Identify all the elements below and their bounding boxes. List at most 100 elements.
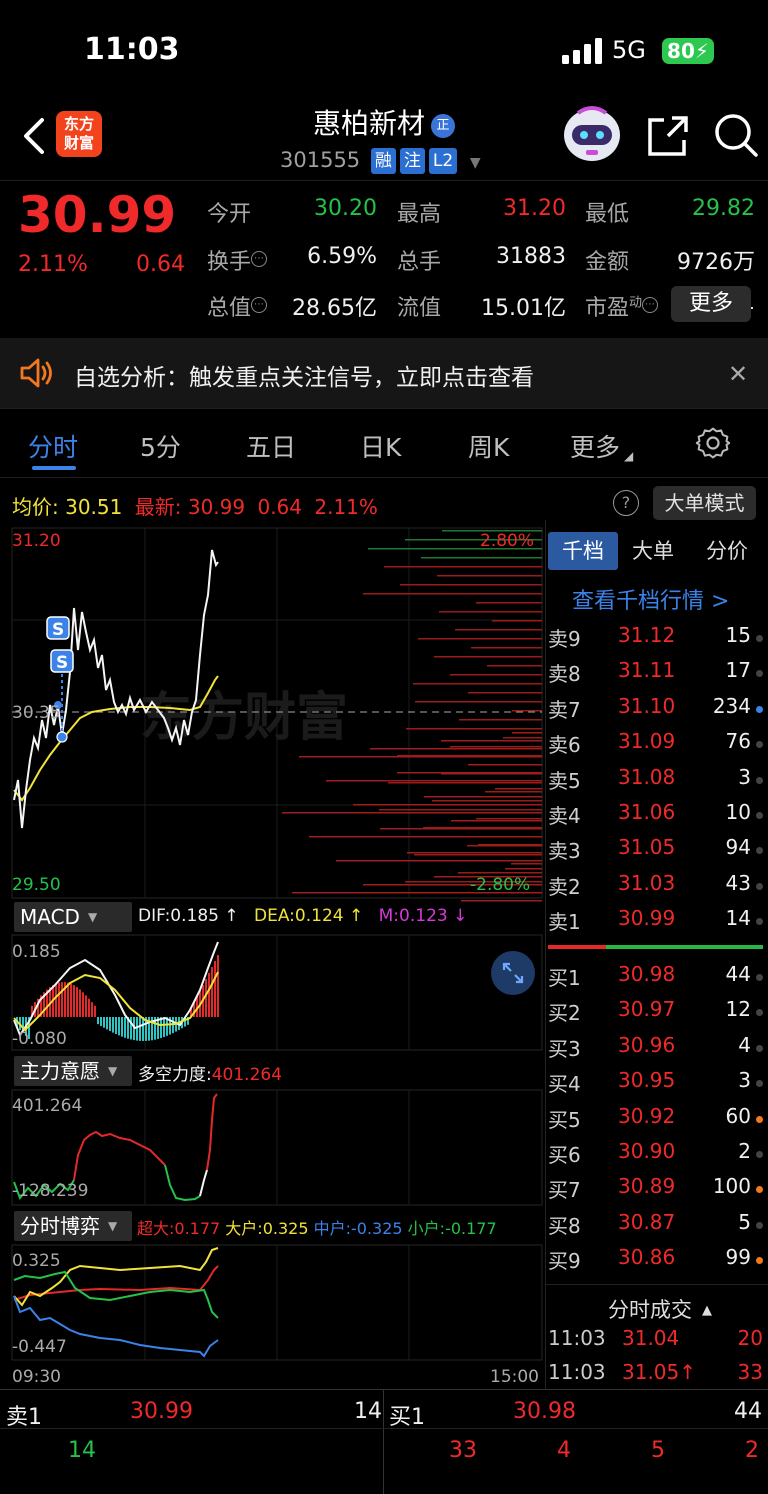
main-force-selector[interactable]: 主力意愿 ▼: [14, 1056, 132, 1086]
orderbook-row[interactable]: 买1 30.98 44: [548, 962, 763, 997]
macd-bar: [112, 1017, 114, 1033]
info-icon: ⋯: [251, 297, 268, 313]
orderbook-row[interactable]: 买3 30.96 4: [548, 1033, 763, 1068]
ob-level: 买9: [548, 1249, 581, 1274]
ob-price: 30.89: [618, 1174, 676, 1199]
depth-bar: [282, 812, 542, 814]
ob-dot-icon: [756, 847, 763, 855]
tab-more[interactable]: 更多 ◢: [570, 428, 633, 464]
bid-queue-item: 4: [557, 1438, 571, 1463]
orderbook-row[interactable]: 买5 30.92 60: [548, 1104, 763, 1139]
depth-bar: [495, 788, 542, 790]
stat-value: 28.65亿: [292, 296, 377, 321]
ob-volume: 17: [725, 658, 751, 683]
orderbook-row[interactable]: 买2 30.97 12: [548, 997, 763, 1032]
macd-selector-caret-icon: ▼: [87, 910, 98, 924]
tab-more-label: 更多: [570, 433, 621, 462]
expand-icon[interactable]: [490, 950, 536, 996]
orderbook-row[interactable]: 卖6 31.09 76: [548, 729, 763, 764]
stock-code-row[interactable]: 301555 融注 L2 ▼: [280, 148, 481, 174]
tab-5day[interactable]: 五日: [246, 428, 296, 464]
robot-assistant-icon[interactable]: [562, 105, 622, 163]
ob-price: 31.10: [618, 693, 676, 718]
view-depth-link[interactable]: 查看千档行情 >: [572, 583, 729, 615]
tab-5min[interactable]: 5分: [140, 428, 181, 464]
ob-volume: 3: [738, 1068, 751, 1093]
game-selector[interactable]: 分时博弈 ▼: [14, 1211, 132, 1241]
orderbook-row[interactable]: 买8 30.87 5: [548, 1210, 763, 1245]
game-selector-label: 分时博弈: [20, 1214, 100, 1238]
trade-price: 31.04: [622, 1326, 680, 1350]
ob-price: 30.96: [618, 1032, 676, 1057]
trades-title[interactable]: 分时成交 ▲: [608, 1294, 712, 1324]
orderbook-row[interactable]: 买6 30.90 2: [548, 1139, 763, 1174]
intraday-chart[interactable]: 东方财富 S S 31.20 30.35 29.50 2.80% -2.80% …: [0, 520, 545, 1390]
depth-bar: [437, 575, 542, 577]
depth-bar: [299, 756, 542, 758]
search-icon[interactable]: [713, 112, 759, 158]
macd-bar: [82, 992, 84, 1017]
big-order-mode-button[interactable]: 大单模式: [653, 486, 756, 520]
game-values: 超大:0.177 大户:0.325 中户:-0.325 小户:-0.177: [137, 1215, 497, 1239]
close-icon[interactable]: ✕: [728, 360, 748, 388]
more-stats-button[interactable]: 更多: [671, 286, 751, 322]
orderbook-row[interactable]: 卖7 31.10 234: [548, 694, 763, 729]
depth-bar: [450, 674, 542, 676]
depth-bar: [388, 782, 542, 784]
depth-bar: [455, 629, 542, 631]
orderbook-row[interactable]: 卖5 31.08 3: [548, 765, 763, 800]
trade-time: 11:03: [548, 1360, 606, 1384]
orderbook-row[interactable]: 卖2 31.03 43: [548, 871, 763, 906]
macd-bar: [94, 1005, 96, 1017]
macd-bar: [70, 983, 72, 1017]
share-icon[interactable]: [646, 114, 690, 158]
orderbook-row[interactable]: 卖3 31.05 94: [548, 835, 763, 870]
ob-price: 30.90: [618, 1139, 676, 1163]
stat-label: 市盈动 ⋯: [585, 290, 659, 322]
ob-price: 31.05: [618, 835, 676, 860]
orderbook-divider: [545, 520, 546, 1389]
orderbook-row[interactable]: 卖1 30.99 14: [548, 906, 763, 941]
macd-bar: [115, 1017, 117, 1035]
info-icon: ⋯: [251, 251, 268, 267]
game-large-value: 大户:0.325: [225, 1219, 309, 1238]
macd-bar: [97, 1017, 99, 1025]
tab-daily-k[interactable]: 日K: [360, 428, 401, 464]
game-bottom-label: -0.447: [12, 1337, 67, 1357]
orderbook-row[interactable]: 卖8 31.11 17: [548, 658, 763, 693]
bottom-divider: [0, 1389, 768, 1390]
orderbook-row[interactable]: 买4 30.95 3: [548, 1068, 763, 1103]
ob-tab-price-dist[interactable]: 分价: [706, 532, 748, 570]
alert-text[interactable]: 自选分析：触发重点关注信号，立即点击查看: [74, 358, 534, 392]
tab-intraday[interactable]: 分时: [28, 428, 78, 464]
macd-bar: [139, 1017, 141, 1041]
bottom-bid-label: 买1: [389, 1405, 425, 1430]
orderbook-row[interactable]: 买9 30.86 99: [548, 1245, 763, 1280]
depth-bar: [353, 804, 542, 806]
macd-bar: [211, 967, 213, 1017]
time-end-label: 15:00: [490, 1367, 539, 1387]
depth-bar: [441, 740, 542, 742]
bid-queue-item: 5: [651, 1438, 665, 1463]
macd-selector-label: MACD: [20, 905, 80, 929]
ob-price: 30.87: [618, 1209, 676, 1234]
ob-level: 卖8: [548, 662, 581, 687]
orderbook-row[interactable]: 卖4 31.06 10: [548, 800, 763, 835]
help-icon[interactable]: ?: [613, 490, 639, 516]
tab-weekly-k[interactable]: 周K: [468, 428, 509, 464]
macd-bar: [61, 982, 63, 1017]
ob-price: 31.08: [618, 764, 676, 789]
macd-m-value: M:0.123 ↓: [378, 906, 468, 926]
orderbook-row[interactable]: 买7 30.89 100: [548, 1174, 763, 1209]
orderbook-row[interactable]: 卖9 31.12 15: [548, 623, 763, 658]
ob-tab-big-order[interactable]: 大单: [632, 532, 674, 570]
gear-icon[interactable]: [695, 425, 731, 461]
latest-change: 0.64: [257, 495, 302, 519]
ob-tab-depth[interactable]: 千档: [548, 532, 618, 570]
macd-selector[interactable]: MACD ▼: [14, 902, 132, 932]
depth-bar: [492, 620, 542, 622]
game-mid-value: 中户:-0.325: [313, 1219, 403, 1238]
force-label: 多空力度:: [138, 1065, 212, 1085]
depth-bar: [370, 748, 542, 750]
ob-level: 买4: [548, 1072, 581, 1097]
